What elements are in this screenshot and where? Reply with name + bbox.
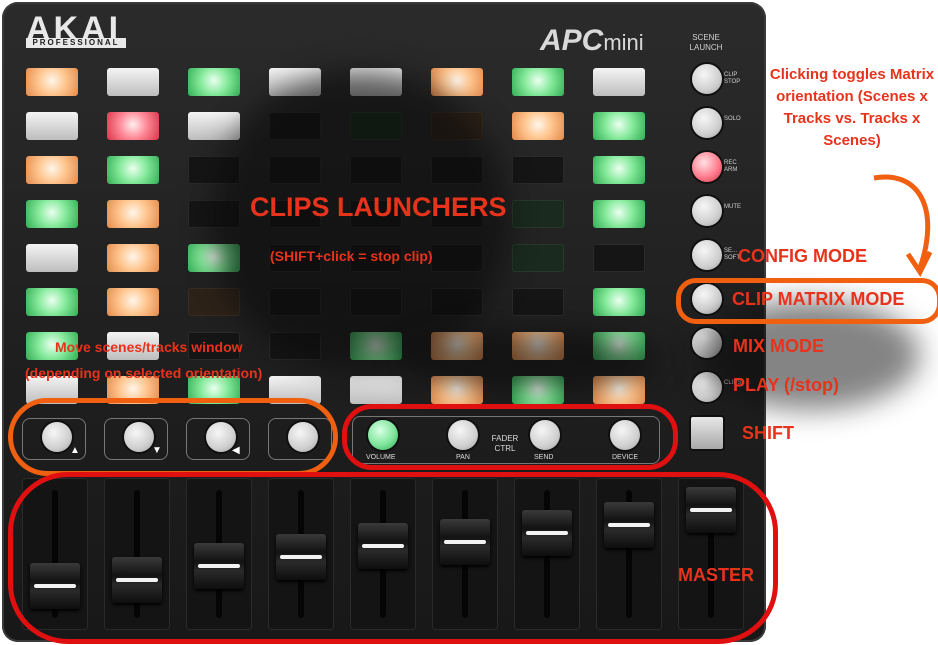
scene-launch-button[interactable]: REC ARM [692, 152, 737, 182]
clip-pad[interactable] [26, 68, 78, 96]
clip-pad[interactable] [26, 244, 78, 272]
orientation-annotation: Clicking toggles Matrix orientation (Sce… [769, 66, 935, 149]
clip-pad[interactable] [593, 156, 645, 184]
clip-pad[interactable] [512, 112, 564, 140]
clip-matrix-mode-ring [676, 278, 938, 324]
clip-pad[interactable] [512, 288, 564, 316]
clip-pad[interactable] [593, 112, 645, 140]
scene-launch-title: SCENE LAUNCH [689, 33, 723, 52]
hand-shadow-lower [400, 330, 660, 390]
scene-button-label: SOLO [724, 116, 741, 122]
shift-annotation: SHIFT [742, 423, 794, 443]
annotation-arrow [873, 174, 933, 277]
nav-buttons-ring [8, 398, 338, 476]
shift-button[interactable] [691, 417, 723, 449]
shift-click-annotation: (SHIFT+click = stop clip) [270, 248, 433, 264]
config-mode-annotation: CONFIG MODE [738, 246, 867, 266]
scene-button-label: REC ARM [724, 160, 738, 173]
clip-pad[interactable] [107, 288, 159, 316]
scene-launch-button[interactable]: SE... SOFT [692, 240, 740, 270]
clips-launchers-annotation: CLIPS LAUNCHERS [250, 192, 507, 222]
clip-pad[interactable] [107, 68, 159, 96]
clip-pad[interactable] [26, 200, 78, 228]
clip-pad[interactable] [107, 112, 159, 140]
arrow-curve [873, 174, 931, 269]
clip-pad[interactable] [26, 288, 78, 316]
clip-pad[interactable] [593, 244, 645, 272]
clip-pad[interactable] [188, 112, 240, 140]
faders-ring [8, 472, 778, 644]
clip-pad[interactable] [593, 68, 645, 96]
clip-pad[interactable] [188, 68, 240, 96]
clip-pad[interactable] [26, 112, 78, 140]
clip-pad[interactable] [26, 156, 78, 184]
scene-button-label: MUTE [724, 204, 741, 210]
arrow-head [905, 250, 933, 277]
scene-launch-button[interactable]: CLIP STOP [692, 64, 740, 94]
clip-pad[interactable] [593, 288, 645, 316]
scene-button-label: CLIP STOP [724, 72, 741, 85]
clip-pad[interactable] [107, 244, 159, 272]
clip-pad[interactable] [512, 68, 564, 96]
clip-pad[interactable] [107, 200, 159, 228]
clip-pad[interactable] [350, 376, 402, 404]
clip-pad[interactable] [593, 200, 645, 228]
scene-launch-button[interactable]: SOLO [692, 108, 741, 138]
clip-pad[interactable] [512, 244, 564, 272]
clip-pad[interactable] [512, 200, 564, 228]
mix-mode-annotation: MIX MODE [733, 336, 825, 356]
move-window-annotation-2: (depending on selected orientation) [25, 365, 263, 381]
clip-pad[interactable] [512, 156, 564, 184]
scene-launch-button[interactable]: MUTE [692, 196, 741, 226]
akai-professional-label: PROFESSIONAL [26, 38, 126, 48]
model-name: APCmini [540, 24, 644, 57]
play-annotation: PLAY (/stop) [733, 375, 840, 395]
clip-pad[interactable] [107, 156, 159, 184]
track-controls-ring [342, 404, 678, 470]
move-window-annotation-1: Move scenes/tracks window [55, 339, 243, 355]
